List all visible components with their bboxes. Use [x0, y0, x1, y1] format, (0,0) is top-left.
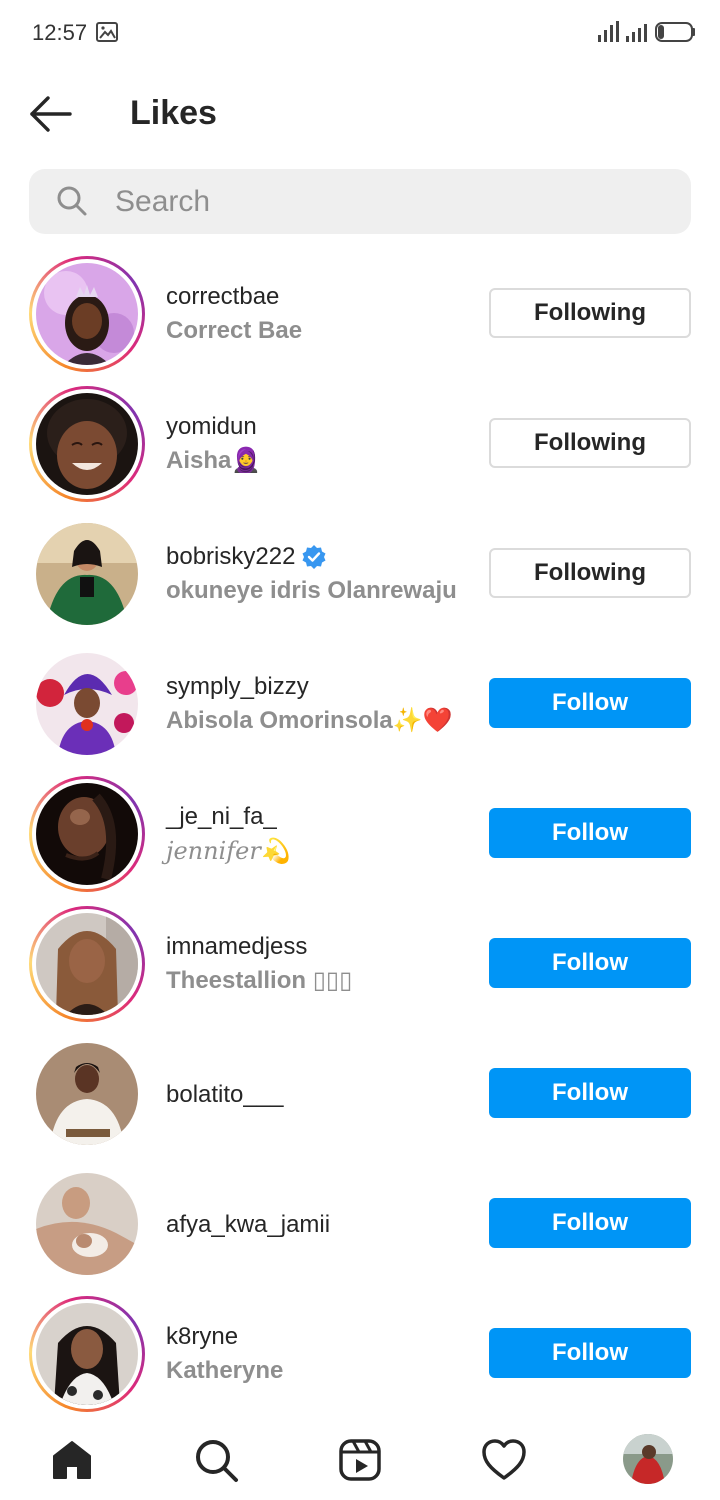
avatar: [36, 653, 138, 755]
username[interactable]: symply_bizzy: [166, 670, 466, 704]
avatar: [36, 783, 138, 885]
story-ring[interactable]: [29, 906, 145, 1022]
back-arrow-icon[interactable]: [26, 92, 76, 136]
username[interactable]: afya_kwa_jamii: [166, 1208, 466, 1242]
user-names: correctbae Correct Bae: [166, 280, 466, 348]
full-name: Katheryne: [166, 1357, 284, 1384]
list-item[interactable]: yomidun Aisha🧕 Following: [0, 380, 720, 510]
full-name: Theestallion ▯▯▯: [166, 967, 353, 994]
status-bar: 12:57: [0, 0, 720, 64]
search-bar[interactable]: [29, 169, 691, 234]
full-name: Abisola Omorinsola✨❤️: [166, 707, 453, 734]
username[interactable]: yomidun: [166, 410, 466, 444]
avatar-frame[interactable]: [29, 1036, 145, 1152]
home-icon[interactable]: [48, 1436, 96, 1484]
list-item[interactable]: afya_kwa_jamii Follow: [0, 1160, 720, 1290]
list-item[interactable]: bolatito___ Follow: [0, 1030, 720, 1160]
full-name: jennifer💫: [166, 837, 291, 865]
username[interactable]: imnamedjess: [166, 930, 466, 964]
follow-button[interactable]: Follow: [489, 1328, 691, 1378]
username[interactable]: bolatito___: [166, 1078, 466, 1112]
avatar: [36, 1303, 138, 1405]
follow-button[interactable]: Follow: [489, 1068, 691, 1118]
story-ring[interactable]: [29, 776, 145, 892]
user-names: bobrisky222 okuneye idris Olanrewaju: [166, 540, 466, 608]
signal-battery-icon: [598, 21, 695, 42]
avatar: [36, 523, 138, 625]
list-item[interactable]: imnamedjess Theestallion ▯▯▯ Follow: [0, 900, 720, 1030]
following-button[interactable]: Following: [489, 418, 691, 468]
list-item[interactable]: _je_ni_fa_ jennifer💫 Follow: [0, 770, 720, 900]
avatar: [36, 1173, 138, 1275]
reels-icon[interactable]: [336, 1436, 384, 1484]
avatar: [36, 913, 138, 1015]
following-button[interactable]: Following: [489, 288, 691, 338]
search-icon: [57, 186, 87, 216]
user-names: bolatito___: [166, 1078, 466, 1112]
profile-avatar[interactable]: [623, 1434, 673, 1484]
avatar-frame[interactable]: [29, 516, 145, 632]
user-names: afya_kwa_jamii: [166, 1208, 466, 1242]
story-ring[interactable]: [29, 1296, 145, 1412]
search-input[interactable]: [115, 169, 665, 234]
follow-button[interactable]: Follow: [489, 678, 691, 728]
follow-button[interactable]: Follow: [489, 1198, 691, 1248]
user-names: yomidun Aisha🧕: [166, 410, 466, 478]
full-name: Correct Bae: [166, 317, 303, 344]
username[interactable]: correctbae: [166, 280, 466, 314]
user-names: symply_bizzy Abisola Omorinsola✨❤️: [166, 670, 466, 738]
heart-icon[interactable]: [480, 1436, 528, 1484]
list-item[interactable]: k8ryne Katheryne Follow: [0, 1290, 720, 1420]
likes-list: correctbae Correct Bae Following yomidun…: [0, 250, 720, 1420]
user-names: _je_ni_fa_ jennifer💫: [166, 800, 466, 868]
username[interactable]: _je_ni_fa_: [166, 800, 466, 834]
avatar-frame[interactable]: [29, 646, 145, 762]
user-names: k8ryne Katheryne: [166, 1320, 466, 1388]
user-names: imnamedjess Theestallion ▯▯▯: [166, 930, 466, 998]
page-title: Likes: [130, 94, 217, 132]
story-ring[interactable]: [29, 386, 145, 502]
header: Likes: [0, 80, 720, 150]
avatar: [36, 393, 138, 495]
bottom-tab-bar: [0, 1420, 720, 1500]
verified-badge-icon: [302, 545, 326, 569]
username[interactable]: bobrisky222: [166, 540, 466, 574]
list-item[interactable]: symply_bizzy Abisola Omorinsola✨❤️ Follo…: [0, 640, 720, 770]
full-name: Aisha🧕: [166, 447, 262, 474]
full-name: okuneye idris Olanrewaju: [166, 577, 457, 604]
story-ring[interactable]: [29, 256, 145, 372]
avatar-frame[interactable]: [29, 1166, 145, 1282]
status-time: 12:57: [32, 20, 88, 45]
list-item[interactable]: correctbae Correct Bae Following: [0, 250, 720, 380]
search-icon[interactable]: [192, 1436, 240, 1484]
follow-button[interactable]: Follow: [489, 938, 691, 988]
following-button[interactable]: Following: [489, 548, 691, 598]
follow-button[interactable]: Follow: [489, 808, 691, 858]
avatar: [36, 263, 138, 365]
list-item[interactable]: bobrisky222 okuneye idris Olanrewaju Fol…: [0, 510, 720, 640]
gallery-icon: [96, 22, 118, 42]
username[interactable]: k8ryne: [166, 1320, 466, 1354]
avatar: [36, 1043, 138, 1145]
